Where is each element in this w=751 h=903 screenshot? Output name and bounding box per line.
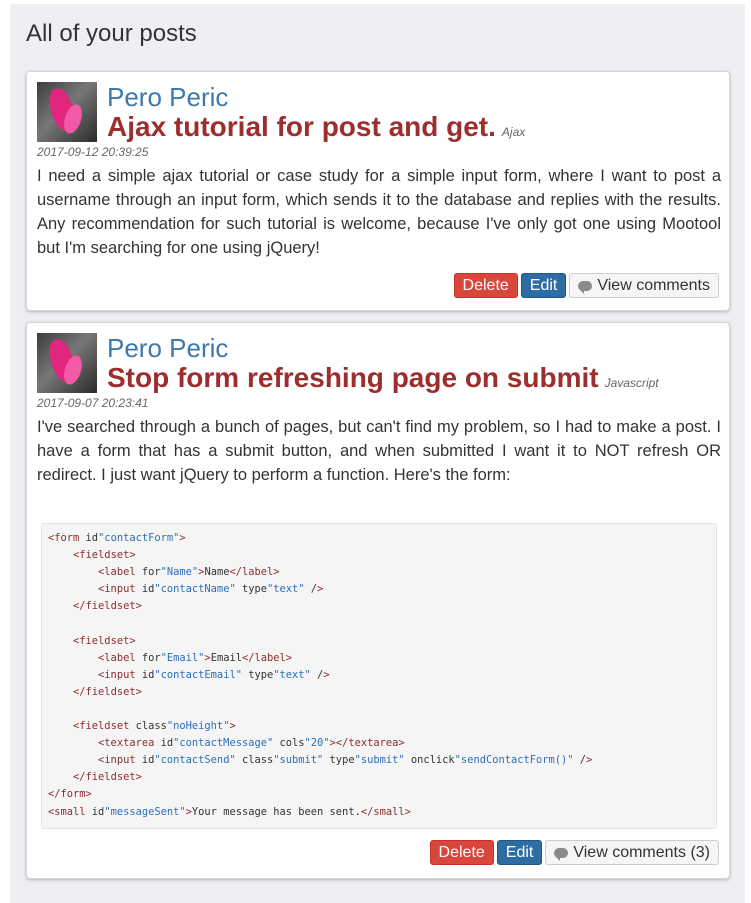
chat-bubble-icon bbox=[578, 281, 593, 294]
code-line: <form id"contactForm"> bbox=[48, 532, 186, 544]
edit-button[interactable]: Edit bbox=[520, 273, 567, 298]
post-body: I've searched through a bunch of pages, … bbox=[37, 418, 721, 484]
code-line: <fieldset> bbox=[73, 634, 136, 647]
post-card: Pero Peric Ajax tutorial for post and ge… bbox=[26, 71, 730, 311]
code-line: </fieldset> bbox=[73, 771, 142, 784]
view-comments-label: View comments bbox=[597, 277, 710, 294]
author-avatar[interactable] bbox=[37, 333, 97, 393]
code-line: <input id"contactName" type"text" /> bbox=[98, 583, 324, 596]
page-title: All of your posts bbox=[26, 20, 197, 47]
posts-page: All of your posts Pero Peric Ajax tutori… bbox=[10, 4, 745, 903]
view-comments-label: View comments (3) bbox=[573, 844, 710, 861]
view-comments-button[interactable]: View comments bbox=[569, 273, 719, 298]
code-line: <textarea id"contactMessage" cols"20"></… bbox=[98, 737, 405, 750]
post-category: Ajax bbox=[501, 125, 526, 139]
post-body: I need a simple ajax tutorial or case st… bbox=[37, 167, 721, 257]
delete-button[interactable]: Delete bbox=[453, 273, 518, 298]
post-title-line: Stop form refreshing page on submit Javas… bbox=[107, 361, 659, 400]
delete-button[interactable]: Delete bbox=[429, 840, 494, 865]
code-line: </fieldset> bbox=[73, 600, 142, 613]
code-line: <fieldset> bbox=[73, 549, 136, 562]
post-title-line: Ajax tutorial for post and get. Ajax bbox=[107, 110, 525, 149]
view-comments-button[interactable]: View comments (3) bbox=[545, 840, 719, 865]
post-date: 2017-09-07 20:23:41 bbox=[37, 396, 149, 410]
post-title[interactable]: Ajax tutorial for post and get. bbox=[107, 111, 496, 142]
post-author[interactable]: Pero Peric bbox=[107, 82, 228, 112]
post-card: Pero Peric Stop form refreshing page on … bbox=[26, 322, 730, 879]
author-avatar[interactable] bbox=[37, 82, 97, 142]
post-author[interactable]: Pero Peric bbox=[107, 333, 228, 363]
post-date: 2017-09-12 20:39:25 bbox=[37, 145, 149, 159]
code-line: </form> bbox=[48, 788, 92, 801]
code-block: <form id"contactForm"> <fieldset> <label… bbox=[41, 523, 717, 829]
post-title[interactable]: Stop form refreshing page on submit bbox=[107, 362, 599, 393]
code-line: <input id"contactSend" class"submit" typ… bbox=[98, 754, 593, 767]
post-category: Javascript bbox=[604, 376, 659, 390]
code-line: <label for"Email">Email</label> bbox=[98, 651, 293, 664]
chat-bubble-icon bbox=[554, 848, 569, 861]
code-line: <small id"messageSent">Your message has … bbox=[48, 805, 411, 818]
code-line: <fieldset class"noHeight"> bbox=[73, 720, 236, 733]
post-actions: Delete Edit View comments bbox=[453, 273, 719, 298]
code-line: </fieldset> bbox=[73, 685, 142, 698]
code-line: <input id"contactEmail" type"text" /> bbox=[98, 668, 330, 681]
code-line: <label for"Name">Name</label> bbox=[98, 566, 280, 579]
edit-button[interactable]: Edit bbox=[496, 840, 543, 865]
post-actions: Delete Edit View comments (3) bbox=[429, 840, 719, 865]
